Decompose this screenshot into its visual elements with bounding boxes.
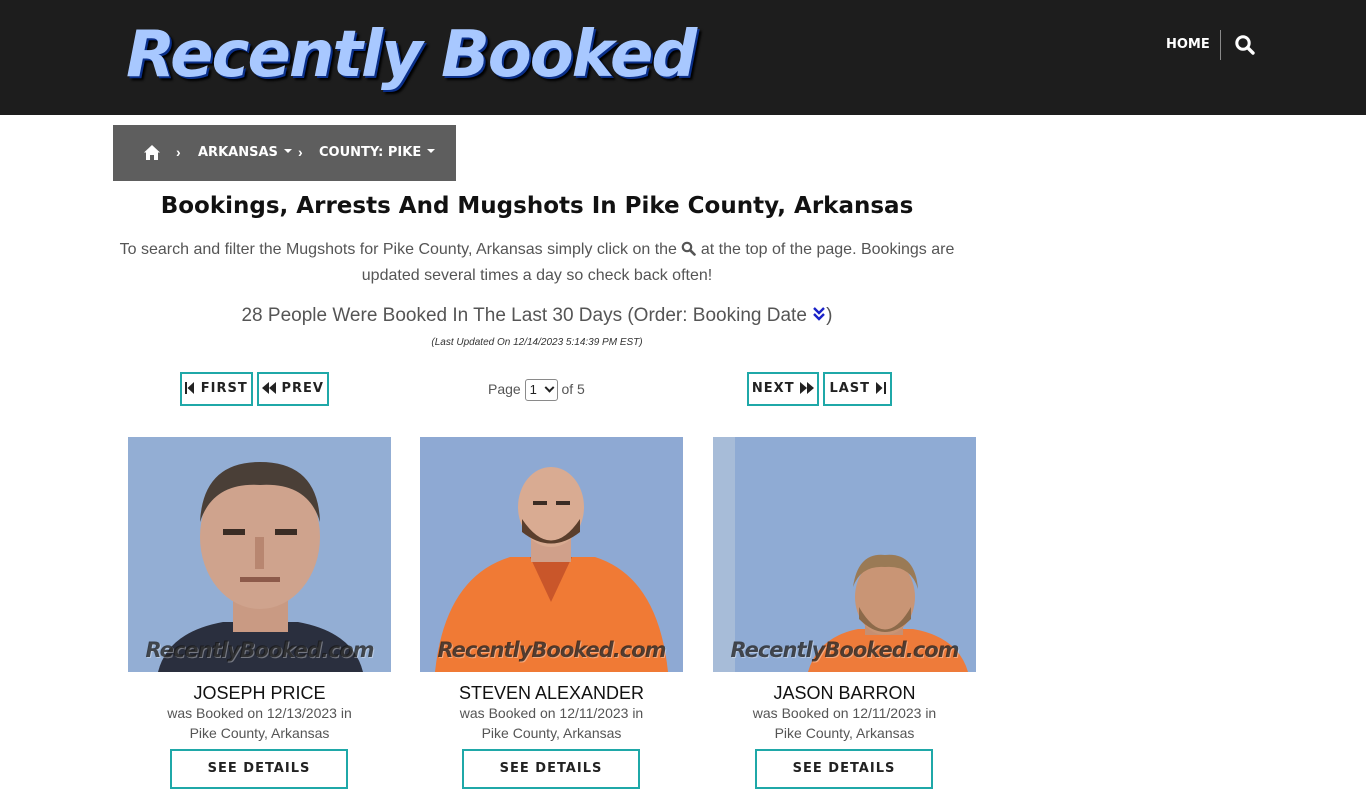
- skip-first-icon: [185, 382, 195, 394]
- next-page-label: NEXT: [751, 381, 795, 396]
- breadcrumb-state-label: ARKANSAS: [198, 145, 278, 160]
- caret-down-icon: [283, 149, 292, 153]
- mugshot-photo[interactable]: RecentlyBooked.com: [420, 437, 683, 672]
- search-icon[interactable]: [1234, 34, 1256, 56]
- breadcrumb-state-dropdown[interactable]: ARKANSAS: [198, 144, 292, 161]
- person-name[interactable]: STEVEN ALEXANDER: [420, 682, 683, 704]
- intro-text-before: To search and filter the Mugshots for Pi…: [119, 241, 677, 258]
- site-logo[interactable]: Recently Booked: [126, 16, 697, 94]
- breadcrumb-separator: ›: [176, 144, 181, 160]
- prev-page-button[interactable]: PREV: [257, 372, 329, 406]
- booking-info: was Booked on 12/11/2023 in Pike County, …: [420, 703, 683, 743]
- page-selector: Page 1 of 5: [488, 378, 585, 401]
- breadcrumb: › ARKANSAS › COUNTY: PIKE: [113, 125, 456, 181]
- caret-down-icon: [427, 149, 436, 153]
- booked-location: Pike County, Arkansas: [481, 725, 622, 741]
- watermark: RecentlyBooked.com: [437, 638, 666, 662]
- booking-count-text: 28 People Were Booked In The Last 30 Day…: [241, 305, 807, 326]
- skip-last-icon: [875, 382, 886, 394]
- home-icon[interactable]: [143, 144, 161, 161]
- booked-location: Pike County, Arkansas: [189, 725, 330, 741]
- breadcrumb-county-dropdown[interactable]: COUNTY: PIKE: [319, 144, 436, 161]
- watermark: RecentlyBooked.com: [145, 638, 374, 662]
- person-name[interactable]: JASON BARRON: [713, 682, 976, 704]
- booked-line: was Booked on 12/11/2023 in: [459, 705, 644, 721]
- see-details-button[interactable]: SEE DETAILS: [462, 749, 640, 789]
- booking-info: was Booked on 12/11/2023 in Pike County, …: [713, 703, 976, 743]
- next-page-button[interactable]: NEXT: [747, 372, 819, 406]
- booking-count-heading: 28 People Were Booked In The Last 30 Day…: [113, 302, 961, 330]
- page-label: Page: [488, 381, 521, 397]
- page-select-value: 1: [529, 382, 537, 397]
- booking-count-close: ): [826, 305, 833, 326]
- page-select[interactable]: 1: [524, 379, 558, 401]
- breadcrumb-county-label: COUNTY: PIKE: [319, 145, 422, 160]
- mugshot-photo[interactable]: RecentlyBooked.com: [128, 437, 391, 672]
- mugshot-photo[interactable]: RecentlyBooked.com: [713, 437, 976, 672]
- nav-home-link[interactable]: HOME: [1166, 36, 1210, 54]
- booked-line: was Booked on 12/13/2023 in: [167, 705, 352, 721]
- last-updated-text: (Last Updated On 12/14/2023 5:14:39 PM E…: [431, 337, 643, 348]
- first-page-label: FIRST: [200, 381, 248, 396]
- booking-info: was Booked on 12/13/2023 in Pike County, …: [128, 703, 391, 743]
- prev-page-label: PREV: [281, 381, 324, 396]
- chevron-down-icon: [544, 382, 555, 393]
- fast-forward-icon: [800, 382, 815, 394]
- double-chevron-down-icon[interactable]: [812, 303, 826, 321]
- booked-line: was Booked on 12/11/2023 in: [752, 705, 937, 721]
- intro-text: To search and filter the Mugshots for Pi…: [113, 237, 961, 289]
- person-name[interactable]: JOSEPH PRICE: [128, 682, 391, 704]
- rewind-icon: [261, 382, 276, 394]
- last-page-button[interactable]: LAST: [823, 372, 892, 406]
- watermark: RecentlyBooked.com: [730, 638, 959, 662]
- nav-divider: [1220, 30, 1221, 60]
- last-page-label: LAST: [829, 381, 871, 396]
- booked-location: Pike County, Arkansas: [774, 725, 915, 741]
- breadcrumb-separator: ›: [298, 144, 303, 160]
- page-title: Bookings, Arrests And Mugshots In Pike C…: [160, 193, 914, 219]
- search-icon: [681, 239, 697, 256]
- first-page-button[interactable]: FIRST: [180, 372, 253, 406]
- see-details-button[interactable]: SEE DETAILS: [755, 749, 933, 789]
- page-of-label: of 5: [561, 381, 585, 397]
- site-header: Recently Booked HOME: [0, 0, 1366, 115]
- see-details-button[interactable]: SEE DETAILS: [170, 749, 348, 789]
